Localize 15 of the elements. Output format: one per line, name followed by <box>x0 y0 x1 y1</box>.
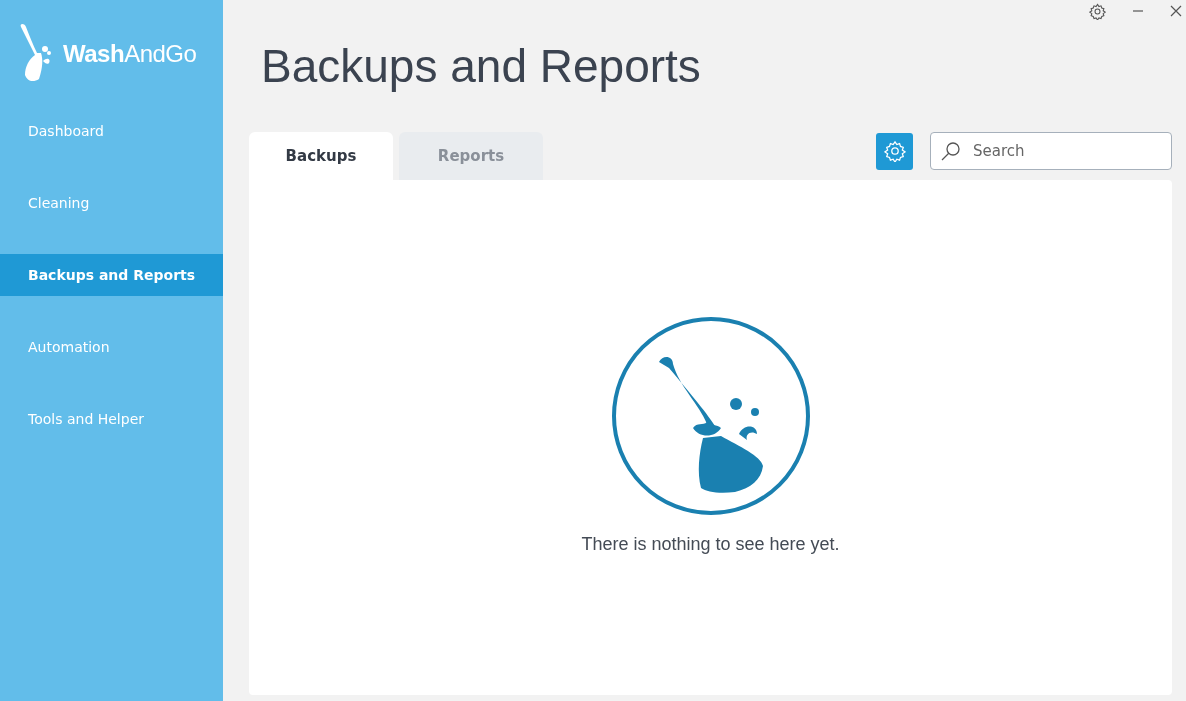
sidebar-item[interactable]: Backups and Reports <box>0 254 223 296</box>
settings-button[interactable] <box>876 132 913 170</box>
empty-state-message: There is nothing to see here yet. <box>581 534 840 555</box>
page-title: Backups and Reports <box>261 39 702 94</box>
search-field[interactable]: Search <box>930 132 1172 170</box>
close-icon[interactable] <box>1170 5 1182 17</box>
settings-icon[interactable] <box>1089 2 1106 20</box>
sidebar-item[interactable]: Tools and Helper <box>0 398 223 440</box>
sidebar-item[interactable]: Cleaning <box>0 182 223 224</box>
sidebar-item[interactable]: Dashboard <box>0 110 223 152</box>
tab[interactable]: Backups <box>249 132 393 180</box>
settings-icon <box>883 140 906 162</box>
sidebar-item[interactable]: Automation <box>0 326 223 368</box>
tab[interactable]: Reports <box>399 132 543 180</box>
app-logo-text: WashAndGo <box>63 40 197 68</box>
